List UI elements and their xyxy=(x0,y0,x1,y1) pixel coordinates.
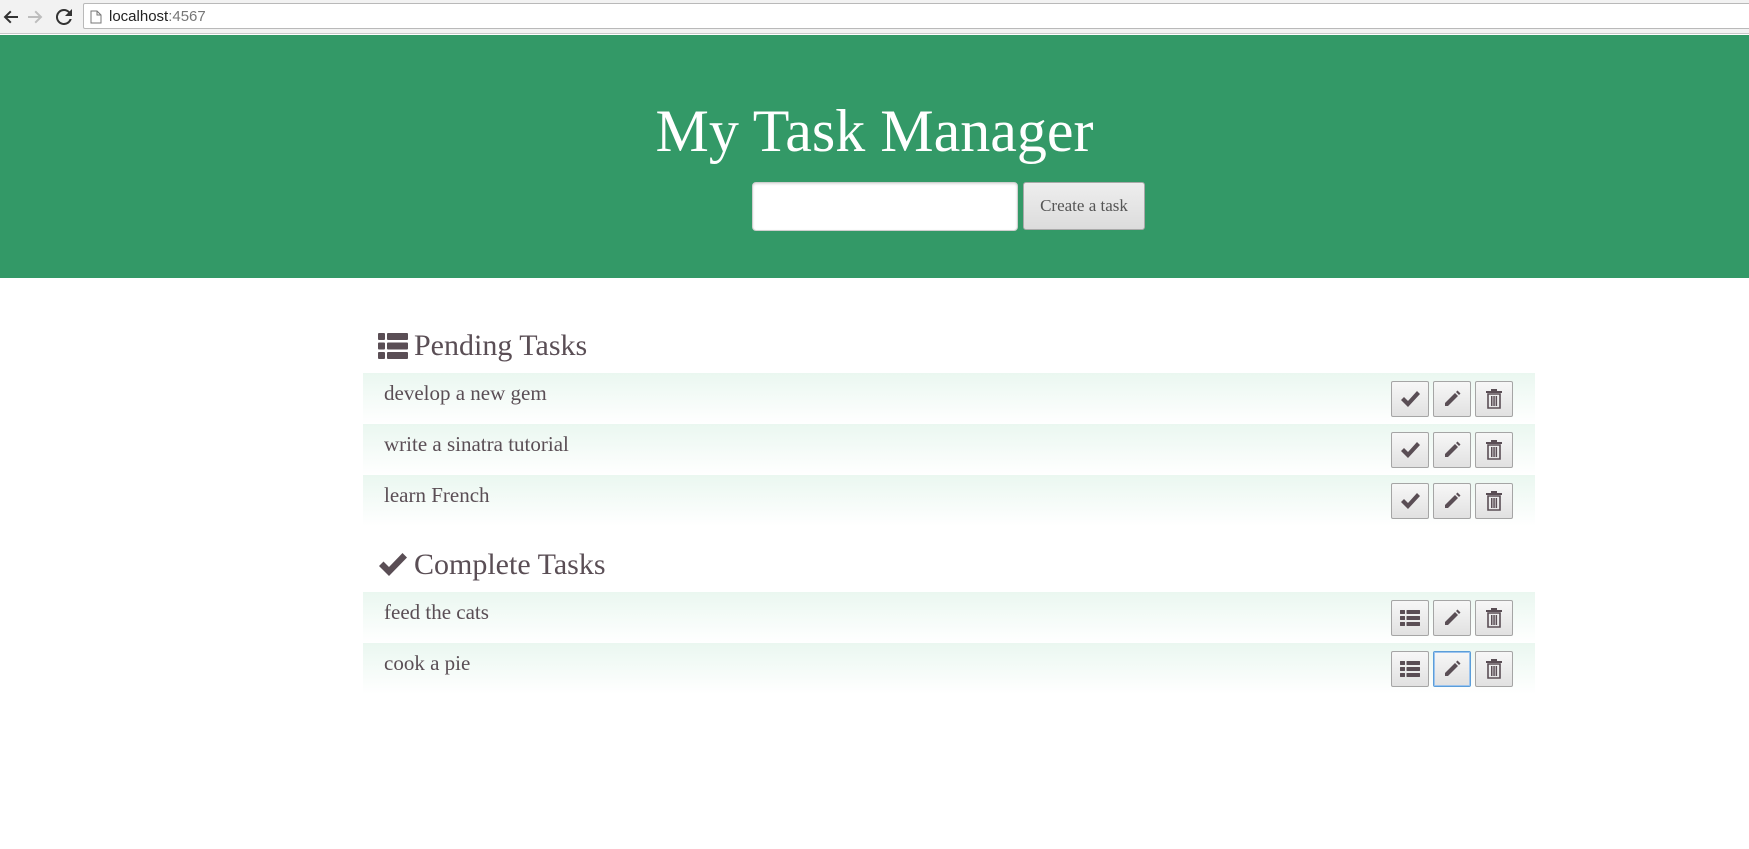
complete-button[interactable] xyxy=(1391,381,1429,417)
page-title: My Task Manager xyxy=(655,98,1094,164)
edit-button[interactable] xyxy=(1433,483,1471,519)
create-task-button[interactable]: Create a task xyxy=(1023,182,1145,230)
edit-button[interactable] xyxy=(1433,381,1471,417)
task-row: feed the cats xyxy=(363,592,1535,643)
task-label: write a sinatra tutorial xyxy=(384,432,569,456)
forward-button[interactable] xyxy=(24,6,46,28)
reload-button[interactable] xyxy=(53,6,75,28)
url-host: localhost xyxy=(109,8,169,25)
task-label: feed the cats xyxy=(384,600,489,624)
complete-button[interactable] xyxy=(1391,432,1429,468)
edit-button[interactable] xyxy=(1433,651,1471,687)
trash-icon xyxy=(1486,491,1502,511)
pencil-icon xyxy=(1445,390,1461,406)
task-label: develop a new gem xyxy=(384,381,547,405)
check-icon xyxy=(378,551,408,579)
delete-button[interactable] xyxy=(1475,600,1513,636)
trash-icon xyxy=(1486,440,1502,460)
pencil-icon xyxy=(1445,609,1461,625)
section-title: Pending Tasks xyxy=(414,329,588,362)
trash-icon xyxy=(1486,608,1502,628)
complete-heading: Complete Tasks xyxy=(378,545,606,585)
delete-button[interactable] xyxy=(1475,651,1513,687)
delete-button[interactable] xyxy=(1475,483,1513,519)
task-label: learn French xyxy=(384,483,490,507)
browser-toolbar: localhost:4567 xyxy=(0,0,1749,34)
trash-icon xyxy=(1486,389,1502,409)
section-title: Complete Tasks xyxy=(414,548,606,581)
list-icon xyxy=(1400,610,1420,626)
list-icon xyxy=(378,332,408,360)
check-icon xyxy=(1401,442,1420,458)
complete-button[interactable] xyxy=(1391,483,1429,519)
address-bar[interactable]: localhost:4567 xyxy=(83,3,1749,29)
task-label: cook a pie xyxy=(384,651,471,675)
pencil-icon xyxy=(1445,492,1461,508)
forward-arrow-icon xyxy=(28,10,43,24)
trash-icon xyxy=(1486,659,1502,679)
pencil-icon xyxy=(1445,660,1461,676)
edit-button[interactable] xyxy=(1433,600,1471,636)
back-button[interactable] xyxy=(0,6,22,28)
check-icon xyxy=(1401,391,1420,407)
delete-button[interactable] xyxy=(1475,381,1513,417)
mark-pending-button[interactable] xyxy=(1391,600,1429,636)
page-icon xyxy=(90,10,102,24)
mark-pending-button[interactable] xyxy=(1391,651,1429,687)
edit-button[interactable] xyxy=(1433,432,1471,468)
url-port: :4567 xyxy=(168,8,206,25)
url-text: localhost:4567 xyxy=(109,8,206,25)
check-icon xyxy=(1401,493,1420,509)
task-row: develop a new gem xyxy=(363,373,1535,424)
reload-icon xyxy=(56,9,72,25)
task-input[interactable] xyxy=(752,182,1018,231)
pending-heading: Pending Tasks xyxy=(378,326,587,366)
task-row: cook a pie xyxy=(363,643,1535,694)
header-banner: My Task Manager Create a task xyxy=(0,35,1749,278)
back-arrow-icon xyxy=(3,10,18,24)
task-row: learn French xyxy=(363,475,1535,526)
pencil-icon xyxy=(1445,441,1461,457)
task-row: write a sinatra tutorial xyxy=(363,424,1535,475)
delete-button[interactable] xyxy=(1475,432,1513,468)
list-icon xyxy=(1400,661,1420,677)
